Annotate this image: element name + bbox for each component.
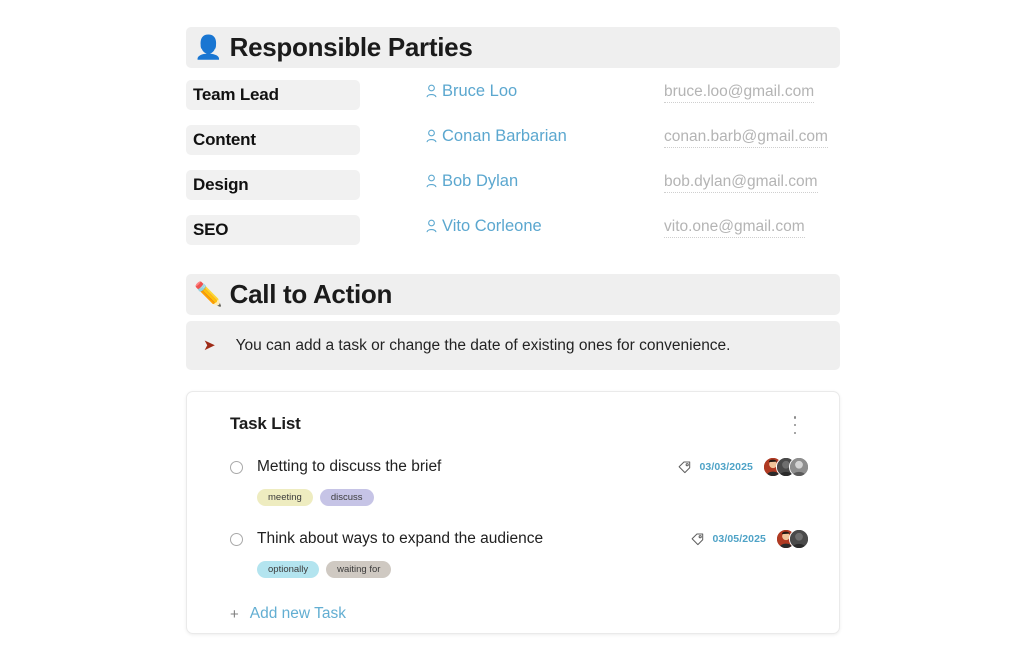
table-row: Design Bob Dylan bob.dylan@gmail.com: [186, 170, 840, 215]
list-item: Metting to discuss the brief 03/03/2025: [230, 454, 809, 506]
task-meta: 03/03/2025: [678, 454, 809, 480]
task-checkbox[interactable]: [230, 532, 243, 546]
role-chip-team-lead: Team Lead: [186, 80, 360, 110]
callout-box: ➤ You can add a task or change the date …: [186, 321, 840, 370]
person-link-bob-dylan[interactable]: Bob Dylan: [426, 172, 518, 191]
person-icon: [426, 219, 437, 233]
responsible-parties-table: Team Lead Bruce Loo bruce.loo@gmail.com …: [186, 80, 840, 260]
role-chip-content: Content: [186, 125, 360, 155]
plus-icon: +: [230, 605, 239, 623]
role-chip-design: Design: [186, 170, 360, 200]
role-label: Design: [193, 175, 249, 194]
task-tags: meeting discuss: [257, 489, 809, 506]
kebab-dot: [793, 423, 797, 427]
task-tags: optionally waiting for: [257, 561, 809, 578]
table-row: Content Conan Barbarian conan.barb@gmail…: [186, 125, 840, 170]
list-item: Think about ways to expand the audience …: [230, 526, 809, 578]
avatar[interactable]: [789, 529, 809, 549]
red-arrow-bullet-icon: ➤: [203, 337, 216, 354]
kebab-dot: [793, 416, 797, 419]
tag-chip[interactable]: meeting: [257, 489, 313, 506]
section-header-call-to-action: ✏️ Call to Action: [186, 274, 840, 315]
task-meta: 03/05/2025: [691, 526, 809, 552]
person-email[interactable]: bruce.loo@gmail.com: [664, 83, 815, 103]
tag-icon[interactable]: [678, 461, 691, 474]
person-name: Vito Corleone: [442, 217, 542, 235]
task-title[interactable]: Think about ways to expand the audience: [257, 530, 543, 548]
task-list-header: Task List: [187, 392, 839, 454]
person-email[interactable]: vito.one@gmail.com: [664, 218, 805, 238]
person-name: Conan Barbarian: [442, 127, 567, 145]
task-date[interactable]: 03/03/2025: [699, 461, 753, 473]
table-row: SEO Vito Corleone vito.one@gmail.com: [186, 215, 840, 260]
task-title[interactable]: Metting to discuss the brief: [257, 458, 441, 476]
section-header-responsible-parties: 👤 Responsible Parties: [186, 27, 840, 68]
task-row: Think about ways to expand the audience …: [230, 526, 809, 552]
person-icon: [426, 174, 437, 188]
section-title-call-to-action: Call to Action: [229, 279, 393, 309]
pencil-icon: ✏️: [194, 281, 223, 307]
role-label: Content: [193, 130, 256, 149]
role-chip-seo: SEO: [186, 215, 360, 245]
person-name: Bob Dylan: [442, 172, 519, 190]
role-label: SEO: [193, 220, 229, 239]
task-list-card: Task List Metting to discuss the brief 0…: [186, 391, 840, 634]
section-title-responsible-parties: Responsible Parties: [229, 32, 473, 62]
person-link-vito-corleone[interactable]: Vito Corleone: [426, 217, 542, 236]
task-list-title: Task List: [230, 414, 301, 433]
person-link-bruce-loo[interactable]: Bruce Loo: [426, 82, 517, 101]
person-icon: [426, 129, 437, 143]
add-new-task-label: Add new Task: [249, 605, 346, 622]
tag-icon[interactable]: [691, 533, 704, 546]
table-row: Team Lead Bruce Loo bruce.loo@gmail.com: [186, 80, 840, 125]
tag-chip[interactable]: waiting for: [326, 561, 392, 578]
avatar-group: [763, 457, 809, 477]
task-checkbox[interactable]: [230, 460, 243, 474]
task-date[interactable]: 03/05/2025: [712, 533, 766, 545]
tag-chip[interactable]: discuss: [319, 489, 374, 506]
person-email[interactable]: bob.dylan@gmail.com: [664, 173, 818, 193]
tag-chip[interactable]: optionally: [257, 561, 320, 578]
callout-text: You can add a task or change the date of…: [235, 336, 731, 354]
task-row: Metting to discuss the brief 03/03/2025: [230, 454, 809, 480]
person-name: Bruce Loo: [442, 82, 518, 100]
avatar[interactable]: [789, 457, 809, 477]
role-label: Team Lead: [193, 85, 279, 104]
kebab-dot: [793, 431, 797, 434]
add-new-task-button[interactable]: + Add new Task: [230, 605, 346, 623]
more-options-icon[interactable]: [787, 416, 803, 434]
person-icon: [426, 84, 437, 98]
avatar-group: [776, 529, 809, 549]
person-email[interactable]: conan.barb@gmail.com: [664, 128, 828, 148]
person-link-conan-barbarian[interactable]: Conan Barbarian: [426, 127, 567, 146]
page-root: 👤 Responsible Parties Team Lead Bruce Lo…: [0, 0, 1024, 663]
bust-in-silhouette-icon: 👤: [194, 34, 223, 60]
